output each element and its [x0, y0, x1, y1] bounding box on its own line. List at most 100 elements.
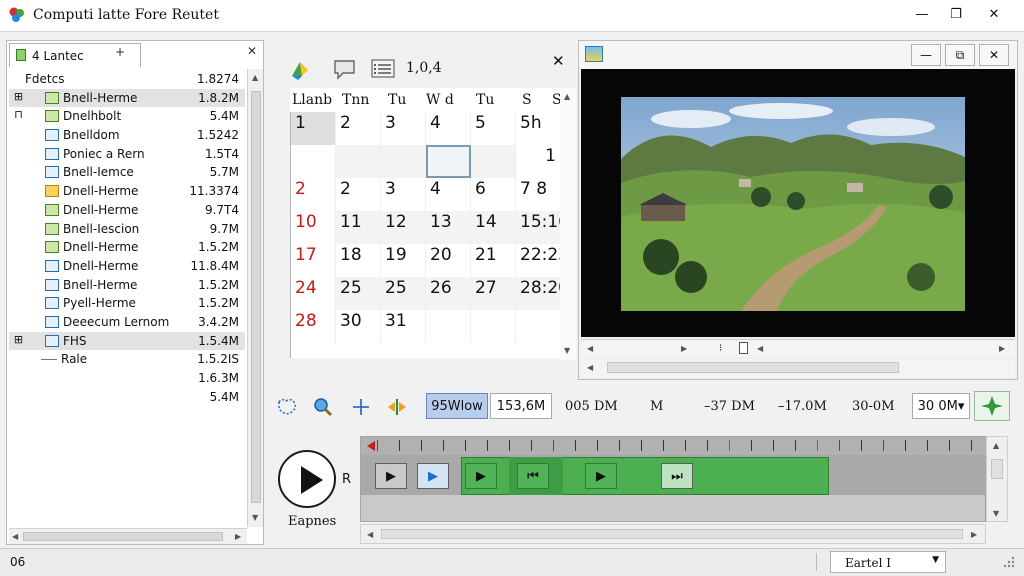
close-button[interactable]: ✕	[972, 2, 1016, 26]
calendar-day-cell[interactable]: 26	[426, 277, 471, 310]
tree-row[interactable]: ⊓ Dnelhbolt 5.4M	[9, 107, 245, 126]
scroll-down-icon[interactable]: ▼	[252, 513, 258, 522]
calendar-day-cell[interactable]: 2	[336, 178, 381, 211]
calendar-day-cell[interactable]	[516, 310, 561, 343]
calendar-day-cell[interactable]: 22:23	[516, 244, 569, 277]
scroll-left-icon[interactable]: ◀	[12, 532, 18, 541]
scroll-down-icon[interactable]: ▼	[564, 346, 570, 355]
scroll-down-icon[interactable]: ▼	[993, 509, 999, 518]
playhead-marker-icon[interactable]	[367, 441, 375, 451]
calendar-day-cell[interactable]: 1	[516, 145, 561, 178]
calendar-day-cell[interactable]: 31	[381, 310, 426, 343]
calendar-day-cell[interactable]: 12	[381, 211, 426, 244]
scroll-thumb[interactable]	[251, 91, 261, 503]
calendar-day-cell[interactable]: 3	[381, 178, 426, 211]
video-canvas[interactable]	[581, 69, 1015, 337]
tree-row[interactable]: Dnell-Herme 11.8.4M	[9, 257, 245, 276]
tree-row[interactable]: ⊞ Bnell-Herme 1.8.2M	[9, 88, 245, 108]
frame-icon[interactable]	[739, 342, 748, 354]
tree-row[interactable]: Pyell-Herme 1.5.2M	[9, 294, 245, 313]
step-back-icon[interactable]: ▶	[681, 344, 687, 353]
duration-field[interactable]: 153,6M	[490, 393, 552, 419]
calendar-day-cell[interactable]: 28:20	[516, 277, 569, 310]
add-marker-icon[interactable]	[350, 396, 372, 418]
scroll-right-icon[interactable]: ▶	[971, 530, 977, 539]
calendar-day-cell[interactable]: 24	[291, 277, 336, 310]
calendar-day-cell[interactable]: 25	[336, 277, 381, 310]
tree-row[interactable]: 1.6.3M	[9, 369, 245, 388]
calendar-day-cell[interactable]: 5	[471, 112, 516, 145]
scroll-left-icon[interactable]: ◀	[587, 363, 593, 372]
scroll-up-icon[interactable]: ▲	[252, 73, 258, 82]
calendar-day-cell[interactable]: 13	[426, 211, 471, 244]
calendar-day-cell[interactable]: 7 8	[516, 178, 561, 211]
pin-button[interactable]	[974, 391, 1010, 421]
calendar-day-cell[interactable]: 30	[336, 310, 381, 343]
zoom-level-field[interactable]: 95Wlow	[426, 393, 488, 419]
calendar-day-cell[interactable]: 5h	[516, 112, 561, 145]
calendar-day-cell[interactable]: 27	[471, 277, 516, 310]
resize-grip-icon[interactable]	[1000, 553, 1016, 569]
calendar-day-cell[interactable]	[426, 145, 471, 178]
calendar-day-cell[interactable]	[426, 310, 471, 343]
calendar-day-cell[interactable]: 4	[426, 178, 471, 211]
tree-row[interactable]: Rale 1.5.2IS	[9, 350, 245, 369]
shapes-icon[interactable]	[288, 56, 314, 82]
tree-row[interactable]: 5.4M	[9, 388, 245, 407]
scroll-thumb[interactable]	[23, 532, 223, 541]
list-icon[interactable]	[370, 56, 396, 82]
tree-row[interactable]: Bnell-Iemce 5.7M	[9, 163, 245, 182]
calendar-day-cell[interactable]: 19	[381, 244, 426, 277]
tree-row[interactable]: Bnell-Herme 1.5.2M	[9, 276, 245, 295]
calendar-close-button[interactable]: ✕	[552, 52, 565, 70]
status-select[interactable]: Eartel I ▼	[830, 551, 946, 573]
scroll-left-icon[interactable]: ◀	[587, 344, 593, 353]
close-panel-button[interactable]: ✕	[247, 44, 257, 58]
horizontal-scrollbar[interactable]: ◀ ▶	[9, 528, 247, 544]
calendar-day-cell[interactable]: 21	[471, 244, 516, 277]
timeline-ruler[interactable]	[361, 437, 987, 455]
timeline-track[interactable]: ▶ ▶ ▶ ⏮ ▶ ⏭	[361, 455, 987, 495]
tree-row[interactable]: ⊞ FHS 1.5.4M	[9, 331, 245, 351]
clip-play-button[interactable]: ▶	[585, 463, 617, 489]
duration-select[interactable]: 30 0M▾	[912, 393, 970, 419]
calendar-day-cell[interactable]: 18	[336, 244, 381, 277]
calendar-day-cell[interactable]: 10	[291, 211, 336, 244]
calendar-day-cell[interactable]: 25	[381, 277, 426, 310]
clip-end-button[interactable]: ⏭	[661, 463, 693, 489]
calendar-day-cell[interactable]: 2	[336, 112, 381, 145]
tree-row[interactable]: Fdetcs 1.8274	[9, 70, 245, 89]
split-clip-icon[interactable]	[386, 396, 408, 418]
video-close-button[interactable]: ✕	[979, 44, 1009, 66]
scroll-thumb[interactable]	[381, 529, 963, 539]
comment-icon[interactable]	[332, 56, 358, 82]
tree-row[interactable]: Bnelldom 1.5242	[9, 126, 245, 145]
calendar-day-cell[interactable]	[471, 145, 516, 178]
tree-row[interactable]: Poniec a Rern 1.5T4	[9, 145, 245, 164]
minimize-button[interactable]: —	[904, 2, 940, 26]
video-maximize-button[interactable]: ⧉	[945, 44, 975, 66]
tree-row[interactable]: Bnell-Iescion 9.7M	[9, 220, 245, 239]
scroll-thumb[interactable]	[991, 459, 1003, 479]
play-button[interactable]	[278, 450, 336, 508]
expand-toggle-icon[interactable]: ⊞	[13, 334, 24, 346]
zoom-icon[interactable]	[312, 396, 334, 418]
video-scrollbar-secondary[interactable]: ◀	[581, 359, 1015, 377]
tree-row[interactable]: Dnell-Herme 1.5.2M	[9, 238, 245, 257]
video-minimize-button[interactable]: —	[911, 44, 941, 66]
add-tab-button[interactable]: +	[115, 45, 125, 59]
calendar-day-cell[interactable]	[471, 310, 516, 343]
expand-toggle-icon[interactable]: ⊞	[13, 91, 24, 103]
calendar-scrollbar[interactable]: ▲ ▼	[560, 88, 576, 360]
calendar-day-cell[interactable]: 17	[291, 244, 336, 277]
calendar-day-cell[interactable]: 28	[291, 310, 336, 343]
tree-row[interactable]: Dnell-Herme 11.3374	[9, 182, 245, 201]
calendar-day-cell[interactable]: 6	[471, 178, 516, 211]
scroll-right-icon[interactable]: ▶	[235, 532, 241, 541]
timeline-horizontal-scrollbar[interactable]: ◀ ▶	[360, 524, 986, 544]
video-scrollbar-primary[interactable]: ◀ ▶ ⁝ ◀ ▶	[581, 339, 1015, 357]
tree-row[interactable]: Deeecum Lernom 3.4.2M	[9, 313, 245, 332]
select-region-icon[interactable]	[276, 396, 298, 418]
clip-play-blue-button[interactable]: ▶	[417, 463, 449, 489]
expand-toggle-icon[interactable]: ⊓	[13, 109, 24, 121]
